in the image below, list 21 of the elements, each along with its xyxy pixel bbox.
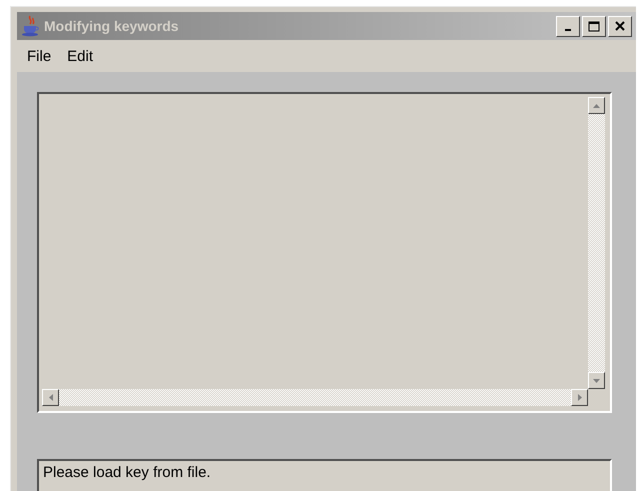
- coffee-cup-icon: [21, 15, 41, 37]
- menu-item[interactable]: File: [21, 46, 62, 66]
- down-arrow-icon: [592, 378, 601, 384]
- close-button[interactable]: [608, 16, 632, 36]
- horizontal-scrollbar[interactable]: [42, 389, 588, 406]
- minimize-button[interactable]: [556, 16, 580, 36]
- left-arrow-icon: [48, 393, 54, 402]
- right-arrow-icon: [576, 393, 582, 402]
- scroll-right-button[interactable]: [571, 389, 588, 406]
- menu-item[interactable]: Edit: [61, 46, 104, 66]
- up-arrow-icon: [592, 102, 601, 108]
- vertical-scrollbar[interactable]: [588, 97, 605, 389]
- status-field: Please load key from file.: [37, 459, 612, 491]
- maximize-button[interactable]: [582, 16, 606, 36]
- scroll-left-button[interactable]: [42, 389, 59, 406]
- maximize-icon: [588, 20, 600, 32]
- minimize-icon: [565, 29, 571, 31]
- window-title: Modifying keywords: [44, 18, 180, 34]
- scroll-down-button[interactable]: [588, 372, 605, 389]
- scroll-up-button[interactable]: [588, 97, 605, 114]
- close-icon: [615, 21, 625, 31]
